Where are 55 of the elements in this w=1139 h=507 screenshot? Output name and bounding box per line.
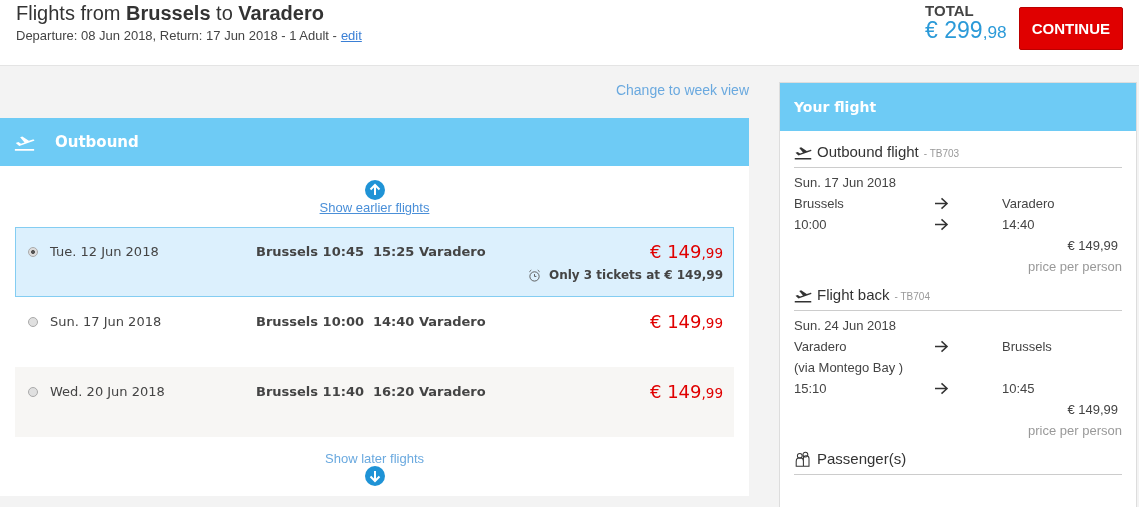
leg-date: Sun. 24 Jun 2018 <box>794 318 897 333</box>
right-arrow-icon <box>934 218 949 231</box>
alarm-clock-icon <box>527 268 541 282</box>
arrival-time: 14:40 <box>1002 217 1036 232</box>
page-title: Flights from Brussels to Varadero <box>16 2 325 25</box>
departure-time: Brussels 11:40 <box>256 384 365 399</box>
flight-date: Wed. 20 Jun 2018 <box>50 384 166 399</box>
passengers-title: Passenger(s) <box>817 450 907 467</box>
departure-time: 15:10 <box>794 381 828 396</box>
later-flights-link[interactable]: Show later flights <box>325 451 424 466</box>
total-label: TOTAL <box>925 2 975 19</box>
departure-time: 10:00 <box>794 217 828 232</box>
radio-button[interactable] <box>28 246 38 257</box>
arrival-time: 16:20 Varadero <box>373 384 487 399</box>
arrival-time: 14:40 Varadero <box>373 314 487 329</box>
edit-link[interactable]: edit <box>340 28 362 43</box>
departure-time: Brussels 10:45 <box>256 244 365 259</box>
flight-price: € 149,99 <box>650 381 723 402</box>
people-icon <box>794 450 812 467</box>
leg-title: Flight back <box>817 286 890 303</box>
summary-title: Your flight <box>794 99 877 115</box>
destination-city: Brussels <box>1002 339 1053 354</box>
leg-date: Sun. 17 Jun 2018 <box>794 175 897 190</box>
flight-option[interactable]: Wed. 20 Jun 2018 Brussels 11:40 16:20 Varadero € 149,99 <box>15 367 734 437</box>
departure-time: Brussels 10:00 <box>256 314 365 329</box>
leg-price: € 149,99 <box>1067 238 1118 253</box>
flight-option[interactable]: Sun. 17 Jun 2018 Brussels 10:00 14:40 Varadero € 149,99 <box>15 297 734 367</box>
right-arrow-icon <box>934 382 949 395</box>
flight-date: Tue. 12 Jun 2018 <box>50 244 160 259</box>
outbound-title: Outbound <box>55 133 139 151</box>
arrival-time: 10:45 <box>1002 381 1036 396</box>
right-arrow-icon <box>934 197 949 210</box>
total-price: € 299,98 <box>925 19 1007 42</box>
earlier-flights-link[interactable]: Show earlier flights <box>319 200 430 215</box>
leg-title: Outbound flight <box>817 143 919 160</box>
flight-code: - TB704 <box>894 290 930 302</box>
flight-date: Sun. 17 Jun 2018 <box>50 314 163 329</box>
destination-city: Varadero <box>1002 196 1056 211</box>
radio-button[interactable] <box>28 386 38 397</box>
radio-button[interactable] <box>28 316 38 327</box>
flight-price: € 149,99 <box>650 311 723 332</box>
availability-notice: Only 3 tickets at € 149,99 <box>548 268 723 282</box>
price-note: price per person <box>1028 259 1122 274</box>
price-note: price per person <box>1028 423 1122 438</box>
origin-city: Brussels <box>794 196 845 211</box>
flight-code: - TB703 <box>923 147 960 159</box>
leg-price: € 149,99 <box>1067 402 1118 417</box>
right-arrow-icon <box>934 340 949 353</box>
continue-button[interactable]: CONTINUE <box>1018 7 1123 50</box>
via-stop: (via Montego Bay ) <box>794 360 905 375</box>
flight-price: € 149,99 <box>650 241 723 262</box>
trip-details: Departure: 08 Jun 2018, Return: 17 Jun 2018 - 1 Adult - <box>16 28 337 43</box>
arrival-time: 15:25 Varadero <box>373 244 487 259</box>
origin-city: Varadero <box>794 339 848 354</box>
flight-option[interactable]: Tue. 12 Jun 2018 Brussels 10:45 15:25 Varadero € 149,99 Only 3 tickets at € 149,99 <box>15 227 734 297</box>
